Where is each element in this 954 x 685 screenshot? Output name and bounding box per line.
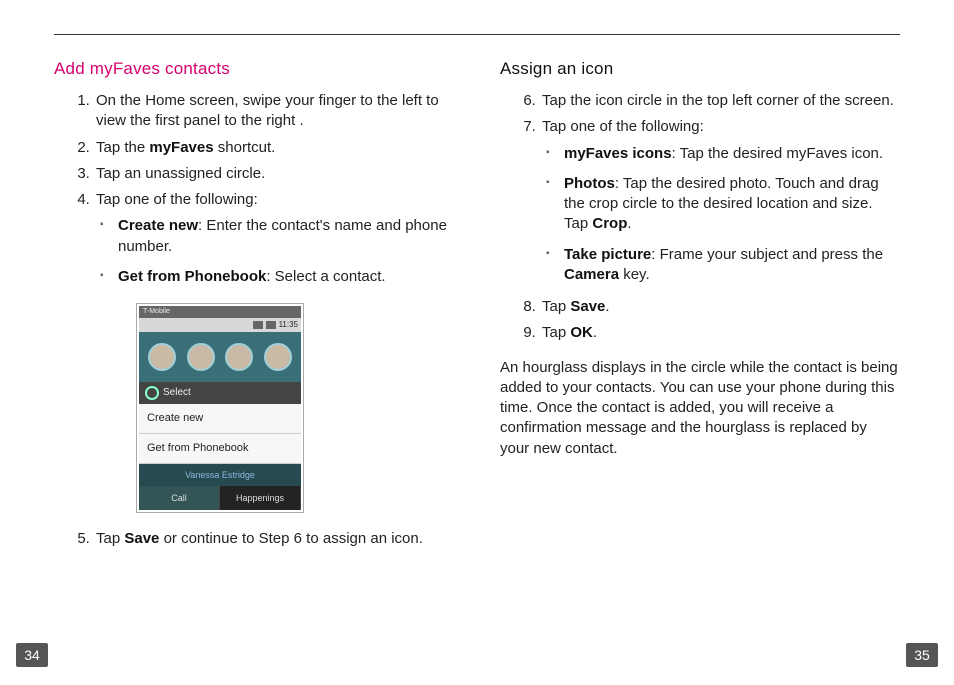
step-7-sub-2: Photos: Tap the desired photo. Touch and… bbox=[564, 174, 900, 235]
myfaves-icons-text: : Tap the desired myFaves icon. bbox=[672, 145, 884, 162]
step-6: Tap the icon circle in the top left corn… bbox=[540, 91, 900, 111]
phone-popup-title: Select bbox=[163, 386, 191, 400]
step-5-text-c: or continue to Step 6 to assign an icon. bbox=[159, 530, 423, 547]
step-8-text-c: . bbox=[605, 298, 609, 315]
step-3: Tap an unassigned circle. bbox=[94, 164, 454, 184]
take-picture-bold: Take picture bbox=[564, 246, 651, 263]
step-2-text-c: shortcut. bbox=[214, 139, 276, 156]
phone-tab-call: Call bbox=[139, 486, 220, 510]
left-column: Add myFaves contacts On the Home screen,… bbox=[54, 59, 454, 555]
take-picture-text-1: : Frame your subject and press the bbox=[651, 246, 883, 263]
step-2: Tap the myFaves shortcut. bbox=[94, 138, 454, 158]
step-8-bold: Save bbox=[570, 298, 605, 315]
phone-time: 11:35 bbox=[279, 320, 298, 331]
battery-icon bbox=[266, 321, 276, 329]
phone-carrier-bar: T-Mobile bbox=[139, 306, 301, 318]
steps-right: Tap the icon circle in the top left corn… bbox=[500, 91, 900, 285]
heading-assign-icon: Assign an icon bbox=[500, 59, 900, 79]
phone-status-bar: 11:35 bbox=[139, 318, 301, 332]
page-number-left: 34 bbox=[16, 643, 48, 667]
phone-popup-option-create-new: Create new bbox=[139, 404, 301, 434]
photos-bold: Photos bbox=[564, 175, 615, 192]
step-2-text-a: Tap the bbox=[96, 139, 149, 156]
step-5: Tap Save or continue to Step 6 to assign… bbox=[94, 529, 454, 549]
step-2-bold: myFaves bbox=[149, 139, 213, 156]
heading-add-myfaves: Add myFaves contacts bbox=[54, 59, 454, 79]
phone-popup-option-phonebook: Get from Phonebook bbox=[139, 434, 301, 464]
phone-avatars-row bbox=[139, 332, 301, 382]
phone-bottom-tabs: Call Happenings bbox=[139, 486, 301, 510]
step-9-text-c: . bbox=[593, 324, 597, 341]
closing-note: An hourglass displays in the circle whil… bbox=[500, 358, 900, 459]
phone-contact-name-row: Vanessa Estridge bbox=[139, 464, 301, 486]
manual-page: Add myFaves contacts On the Home screen,… bbox=[0, 0, 954, 685]
step-4-sublist: Create new: Enter the contact's name and… bbox=[96, 216, 454, 287]
step-9-text-a: Tap bbox=[542, 324, 570, 341]
get-phonebook-bold: Get from Phonebook bbox=[118, 268, 266, 285]
steps-right-2: Tap Save. Tap OK. bbox=[500, 297, 900, 344]
camera-bold: Camera bbox=[564, 266, 619, 283]
step-7: Tap one of the following: myFaves icons:… bbox=[540, 117, 900, 285]
step-7-sub-1: myFaves icons: Tap the desired myFaves i… bbox=[564, 144, 900, 164]
step-4-sub-1: Create new: Enter the contact's name and… bbox=[118, 216, 454, 257]
phone-tab-happenings: Happenings bbox=[220, 486, 301, 510]
phone-carrier-text: T-Mobile bbox=[143, 307, 170, 316]
divider bbox=[54, 34, 900, 35]
step-5-text-a: Tap bbox=[96, 530, 124, 547]
signal-icon bbox=[253, 321, 263, 329]
phone-popup-header: Select bbox=[139, 382, 301, 404]
myfaves-icons-bold: myFaves icons bbox=[564, 145, 672, 162]
phone-screenshot: T-Mobile 11:35 bbox=[136, 303, 304, 513]
phone-contact-name: Vanessa Estridge bbox=[185, 469, 255, 481]
photos-text-2: . bbox=[627, 215, 631, 232]
step-7-sublist: myFaves icons: Tap the desired myFaves i… bbox=[542, 144, 900, 286]
step-9-bold: OK bbox=[570, 324, 593, 341]
step-9: Tap OK. bbox=[540, 323, 900, 343]
get-phonebook-text: : Select a contact. bbox=[266, 268, 385, 285]
step-8: Tap Save. bbox=[540, 297, 900, 317]
step-4-text: Tap one of the following: bbox=[96, 191, 258, 208]
page-number-right: 35 bbox=[906, 643, 938, 667]
take-picture-text-2: key. bbox=[619, 266, 650, 283]
step-8-text-a: Tap bbox=[542, 298, 570, 315]
step-5-bold: Save bbox=[124, 530, 159, 547]
crop-bold: Crop bbox=[592, 215, 627, 232]
step-4-sub-2: Get from Phonebook: Select a contact. bbox=[118, 267, 454, 287]
avatar bbox=[187, 343, 215, 371]
avatar bbox=[264, 343, 292, 371]
avatar bbox=[225, 343, 253, 371]
step-7-sub-3: Take picture: Frame your subject and pre… bbox=[564, 245, 900, 286]
avatar bbox=[148, 343, 176, 371]
steps-left: On the Home screen, swipe your finger to… bbox=[54, 91, 454, 549]
right-column: Assign an icon Tap the icon circle in th… bbox=[500, 59, 900, 555]
columns: Add myFaves contacts On the Home screen,… bbox=[54, 59, 900, 555]
create-new-bold: Create new bbox=[118, 217, 198, 234]
step-1: On the Home screen, swipe your finger to… bbox=[94, 91, 454, 132]
step-4: Tap one of the following: Create new: En… bbox=[94, 190, 454, 513]
step-7-text: Tap one of the following: bbox=[542, 118, 704, 135]
